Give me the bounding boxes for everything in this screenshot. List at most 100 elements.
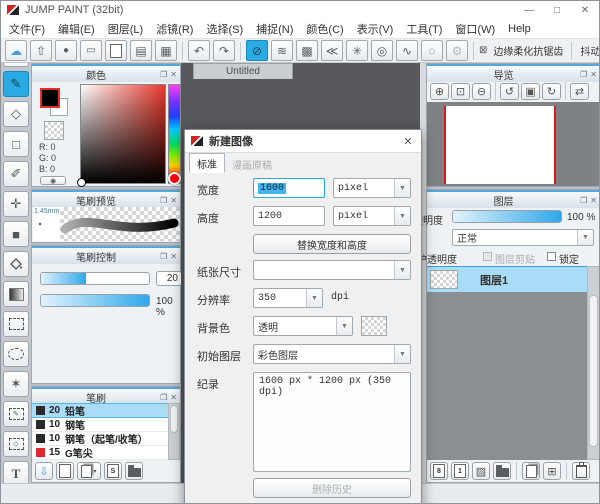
zoom-out-button[interactable]: ⊖: [472, 83, 491, 100]
menu-file[interactable]: 文件(F): [9, 21, 45, 37]
reset-rotation-button[interactable]: ▣: [521, 83, 540, 100]
clip-checkbox[interactable]: [483, 252, 492, 261]
soft-correction-button[interactable]: ≋: [271, 40, 293, 61]
edge-smooth-label[interactable]: 边缘柔化抗锯齿: [493, 43, 563, 58]
foreground-color-swatch[interactable]: [40, 88, 60, 108]
lasso-tool[interactable]: [3, 341, 29, 367]
brush-list-item[interactable]: 15 G笔尖: [32, 446, 168, 460]
radial-snap-button[interactable]: ✳: [346, 40, 368, 61]
popout-icon[interactable]: ❐: [160, 196, 167, 205]
canvas-tab[interactable]: Untitled: [193, 63, 293, 79]
close-panel-icon[interactable]: ✕: [170, 196, 177, 205]
navigator-canvas-thumbnail[interactable]: [444, 106, 556, 184]
zoom-in-button[interactable]: ⊕: [430, 83, 449, 100]
ellipse-snap-button[interactable]: ◌: [421, 40, 443, 61]
menu-help[interactable]: Help: [508, 23, 531, 35]
record-entry[interactable]: 1600 px * 1200 px (350 dpi): [254, 373, 410, 401]
close-panel-icon[interactable]: ✕: [590, 196, 597, 205]
partial-tool-button[interactable]: [3, 63, 29, 67]
select-pen-tool[interactable]: ✎: [3, 401, 29, 427]
chat-button[interactable]: ▭: [80, 40, 102, 61]
cloud-button[interactable]: ☁: [5, 40, 27, 61]
magic-wand-tool[interactable]: ✶: [3, 371, 29, 397]
brush-list-scroll-thumb[interactable]: [170, 405, 178, 433]
select-tool[interactable]: [3, 311, 29, 337]
add-1bit-layer-button[interactable]: 1: [451, 462, 469, 480]
tab-manga-draft[interactable]: 漫画原稿: [225, 155, 279, 173]
menu-select[interactable]: 选择(S): [206, 21, 243, 37]
brush-list-scrollbar[interactable]: [168, 403, 180, 460]
popout-icon[interactable]: ❐: [580, 196, 587, 205]
close-panel-icon[interactable]: ✕: [170, 252, 177, 261]
close-panel-icon[interactable]: ✕: [590, 70, 597, 79]
document-button[interactable]: [105, 40, 127, 61]
fit-view-button[interactable]: ⊡: [451, 83, 470, 100]
menu-snap[interactable]: 捕捉(N): [256, 21, 293, 37]
duplicate-brush-button[interactable]: ▾: [77, 462, 101, 480]
duplicate-layer-button[interactable]: [522, 462, 540, 480]
menu-filter[interactable]: 滤镜(R): [156, 21, 193, 37]
download-brush-button[interactable]: ⇩: [35, 462, 53, 480]
jitter-correction-label[interactable]: 抖动修正: [580, 43, 600, 58]
correction-off-button[interactable]: ⊘: [246, 40, 268, 61]
snap-settings-button[interactable]: ⚙: [446, 40, 468, 61]
background-color-dropdown[interactable]: 透明 ▼: [253, 316, 353, 336]
tab-standard[interactable]: 标准: [189, 153, 225, 173]
transparent-color-swatch[interactable]: [44, 121, 64, 140]
tone-tool[interactable]: ■: [3, 221, 29, 247]
height-unit-dropdown[interactable]: pixel ▼: [333, 206, 411, 226]
concentric-snap-button[interactable]: ◎: [371, 40, 393, 61]
close-panel-icon[interactable]: ✕: [170, 70, 177, 79]
minimize-button[interactable]: —: [515, 2, 543, 18]
sv-marker[interactable]: [77, 178, 86, 187]
add-tone-layer-button[interactable]: ▨: [472, 462, 490, 480]
brush-list-item[interactable]: 10 钢笔: [32, 418, 168, 432]
menu-edit[interactable]: 编辑(E): [58, 21, 95, 37]
brush-folder-button[interactable]: [125, 462, 143, 480]
menu-layer[interactable]: 图层(L): [108, 21, 143, 37]
script-brush-button[interactable]: S: [104, 462, 122, 480]
fan-snap-button[interactable]: ≪: [321, 40, 343, 61]
popout-icon[interactable]: ❐: [580, 70, 587, 79]
redo-button[interactable]: ↷: [213, 40, 235, 61]
delete-layer-button[interactable]: [572, 462, 590, 480]
gradient-tool[interactable]: [3, 281, 29, 307]
flip-view-button[interactable]: ⇄: [570, 83, 589, 100]
blend-mode-dropdown[interactable]: 正常 ▼: [452, 229, 594, 246]
menu-color[interactable]: 颜色(C): [306, 21, 343, 37]
menu-view[interactable]: 表示(V): [357, 21, 394, 37]
popout-icon[interactable]: ❐: [160, 70, 167, 79]
width-unit-dropdown[interactable]: pixel ▼: [333, 178, 411, 198]
initial-layer-dropdown[interactable]: 彩色图层 ▼: [253, 344, 411, 364]
popout-icon[interactable]: ❐: [160, 252, 167, 261]
brush-opacity-slider[interactable]: [40, 294, 150, 307]
height-input[interactable]: 1200: [253, 206, 325, 226]
palette-button[interactable]: ◉: [40, 176, 66, 185]
lock-checkbox[interactable]: [547, 252, 556, 261]
eraser-tool[interactable]: ◇: [3, 101, 29, 127]
curve-tool[interactable]: ✐: [3, 161, 29, 187]
add-8bit-layer-button[interactable]: 8: [430, 462, 448, 480]
navigator-preview[interactable]: [427, 102, 600, 186]
delete-history-button[interactable]: 删除历史: [253, 478, 411, 498]
layer-scroll-thumb[interactable]: [589, 295, 598, 447]
brush-list-item[interactable]: 10 钢笔（起笔/收笔）: [32, 432, 168, 446]
list-panel-button[interactable]: ▤: [130, 40, 152, 61]
maximize-button[interactable]: □: [543, 2, 571, 18]
brush-size-valuebox[interactable]: 20: [156, 271, 182, 286]
menu-tool[interactable]: 工具(T): [406, 21, 442, 37]
close-panel-icon[interactable]: ✕: [170, 393, 177, 402]
layer-opacity-slider[interactable]: [452, 210, 562, 223]
resolution-dropdown[interactable]: 350 ▼: [253, 288, 323, 308]
bucket-tool[interactable]: [3, 251, 29, 277]
rotate-cw-button[interactable]: ↻: [542, 83, 561, 100]
brush-size-slider[interactable]: [40, 272, 150, 285]
layer-list-scrollbar[interactable]: [587, 266, 600, 460]
popout-icon[interactable]: ❐: [160, 393, 167, 402]
hue-slider[interactable]: [168, 84, 181, 184]
close-button[interactable]: ✕: [571, 2, 599, 18]
move-tool[interactable]: ✛: [3, 191, 29, 217]
width-input[interactable]: 1600: [253, 178, 325, 198]
saturation-value-picker[interactable]: [80, 84, 166, 184]
brush-list-item[interactable]: 20 铅笔: [32, 403, 168, 418]
